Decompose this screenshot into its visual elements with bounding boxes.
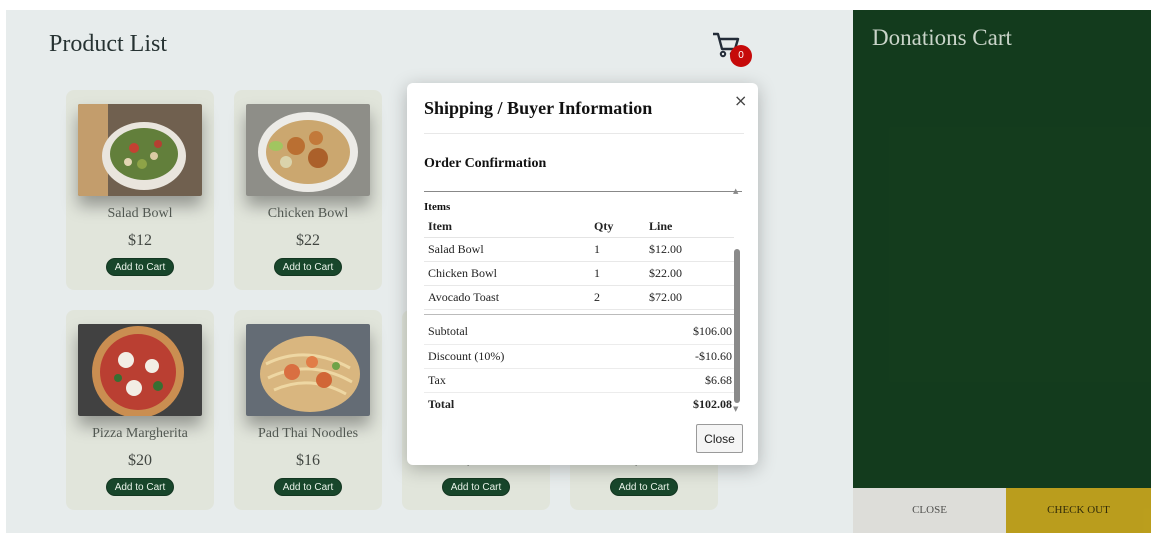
- totals-label: Subtotal: [424, 320, 625, 345]
- shipping-info-modal: Shipping / Buyer Information × Order Con…: [407, 83, 758, 465]
- column-header-item: Item: [424, 216, 590, 238]
- product-image-chicken-bowl: [246, 104, 370, 196]
- item-qty: 2: [590, 285, 645, 310]
- modal-title: Shipping / Buyer Information: [424, 98, 653, 118]
- item-qty: 1: [590, 261, 645, 286]
- product-price: $20: [128, 452, 152, 469]
- column-header-line: Line: [645, 216, 734, 238]
- item-name: Avocado Toast: [424, 285, 590, 310]
- product-card-chicken-bowl: Chicken Bowl $22 Add to Cart: [234, 90, 382, 290]
- scrollbar-thumb[interactable]: [734, 249, 740, 403]
- table-row: Salad Bowl 1 $12.00: [424, 237, 734, 262]
- product-price: $16: [296, 452, 320, 469]
- product-name: Pizza Margherita: [92, 426, 188, 441]
- discount-row: Discount (10%) -$10.60: [424, 344, 734, 369]
- table-row: Chicken Bowl 1 $22.00: [424, 261, 734, 286]
- sidebar-close-button[interactable]: CLOSE: [853, 488, 1006, 533]
- donations-cart-sidebar: Donations Cart CLOSE CHECK OUT: [853, 10, 1151, 533]
- totals-label: Total: [428, 396, 455, 411]
- product-price: $22: [296, 232, 320, 249]
- item-name: Salad Bowl: [424, 237, 590, 262]
- divider: [424, 133, 744, 134]
- modal-close-button[interactable]: Close: [696, 424, 743, 453]
- subtotal-row: Subtotal $106.00: [424, 320, 734, 345]
- totals-value: $102.08: [693, 396, 732, 411]
- order-totals-table: Subtotal $106.00 Discount (10%) -$10.60 …: [424, 320, 734, 416]
- column-header-qty: Qty: [590, 216, 645, 238]
- product-image-salad-bowl: [78, 104, 202, 196]
- totals-value: $6.68: [624, 368, 734, 393]
- close-icon[interactable]: ×: [734, 91, 747, 110]
- product-name: Pad Thai Noodles: [257, 426, 359, 441]
- scroll-down-arrow-icon[interactable]: ▼: [733, 405, 738, 413]
- order-items-table: Item Qty Line Salad Bowl 1 $12.00 Chicke…: [424, 216, 734, 310]
- add-to-cart-button[interactable]: Add to Cart: [274, 258, 342, 276]
- product-image-pad-thai-noodles: [246, 324, 370, 416]
- totals-value: $106.00: [624, 320, 734, 345]
- table-header-row: Item Qty Line: [424, 216, 734, 238]
- totals-label: Discount (10%): [424, 344, 625, 369]
- add-to-cart-button[interactable]: Add to Cart: [106, 478, 174, 496]
- sidebar-title: Donations Cart: [872, 25, 1012, 50]
- order-confirmation-heading: Order Confirmation: [424, 156, 547, 171]
- table-row: Avocado Toast 2 $72.00: [424, 285, 734, 310]
- item-name: Chicken Bowl: [424, 261, 590, 286]
- scroll-up-arrow-icon[interactable]: ▲: [733, 187, 738, 195]
- product-name: Chicken Bowl: [267, 206, 349, 221]
- divider: [424, 314, 734, 315]
- product-name: Salad Bowl: [107, 206, 173, 221]
- add-to-cart-button[interactable]: Add to Cart: [610, 478, 678, 496]
- order-summary-scroll[interactable]: Items Item Qty Line Salad Bowl 1 $12.00 …: [424, 191, 742, 417]
- add-to-cart-button[interactable]: Add to Cart: [442, 478, 510, 496]
- product-price: $12: [128, 232, 152, 249]
- page-title: Product List: [49, 31, 167, 57]
- item-qty: 1: [590, 237, 645, 262]
- totals-value: -$10.60: [624, 344, 734, 369]
- item-line-total: $22.00: [645, 261, 734, 286]
- scrollbar[interactable]: ▲ ▼: [732, 187, 742, 415]
- product-card-pizza-margherita: Pizza Margherita $20 Add to Cart: [66, 310, 214, 510]
- cart-button[interactable]: 0: [710, 29, 754, 73]
- cart-count-badge: 0: [730, 45, 752, 67]
- product-card-pad-thai-noodles: Pad Thai Noodles $16 Add to Cart: [234, 310, 382, 510]
- checkout-button[interactable]: CHECK OUT: [1006, 488, 1151, 533]
- totals-label: Tax: [424, 368, 625, 393]
- tax-row: Tax $6.68: [424, 368, 734, 393]
- item-line-total: $12.00: [645, 237, 734, 262]
- product-image-pizza-margherita: [78, 324, 202, 416]
- product-card-salad-bowl: Salad Bowl $12 Add to Cart: [66, 90, 214, 290]
- add-to-cart-button[interactable]: Add to Cart: [274, 478, 342, 496]
- total-row: Total $102.08: [424, 392, 734, 416]
- items-caption: Items: [424, 201, 451, 213]
- add-to-cart-button[interactable]: Add to Cart: [106, 258, 174, 276]
- item-line-total: $72.00: [645, 285, 734, 310]
